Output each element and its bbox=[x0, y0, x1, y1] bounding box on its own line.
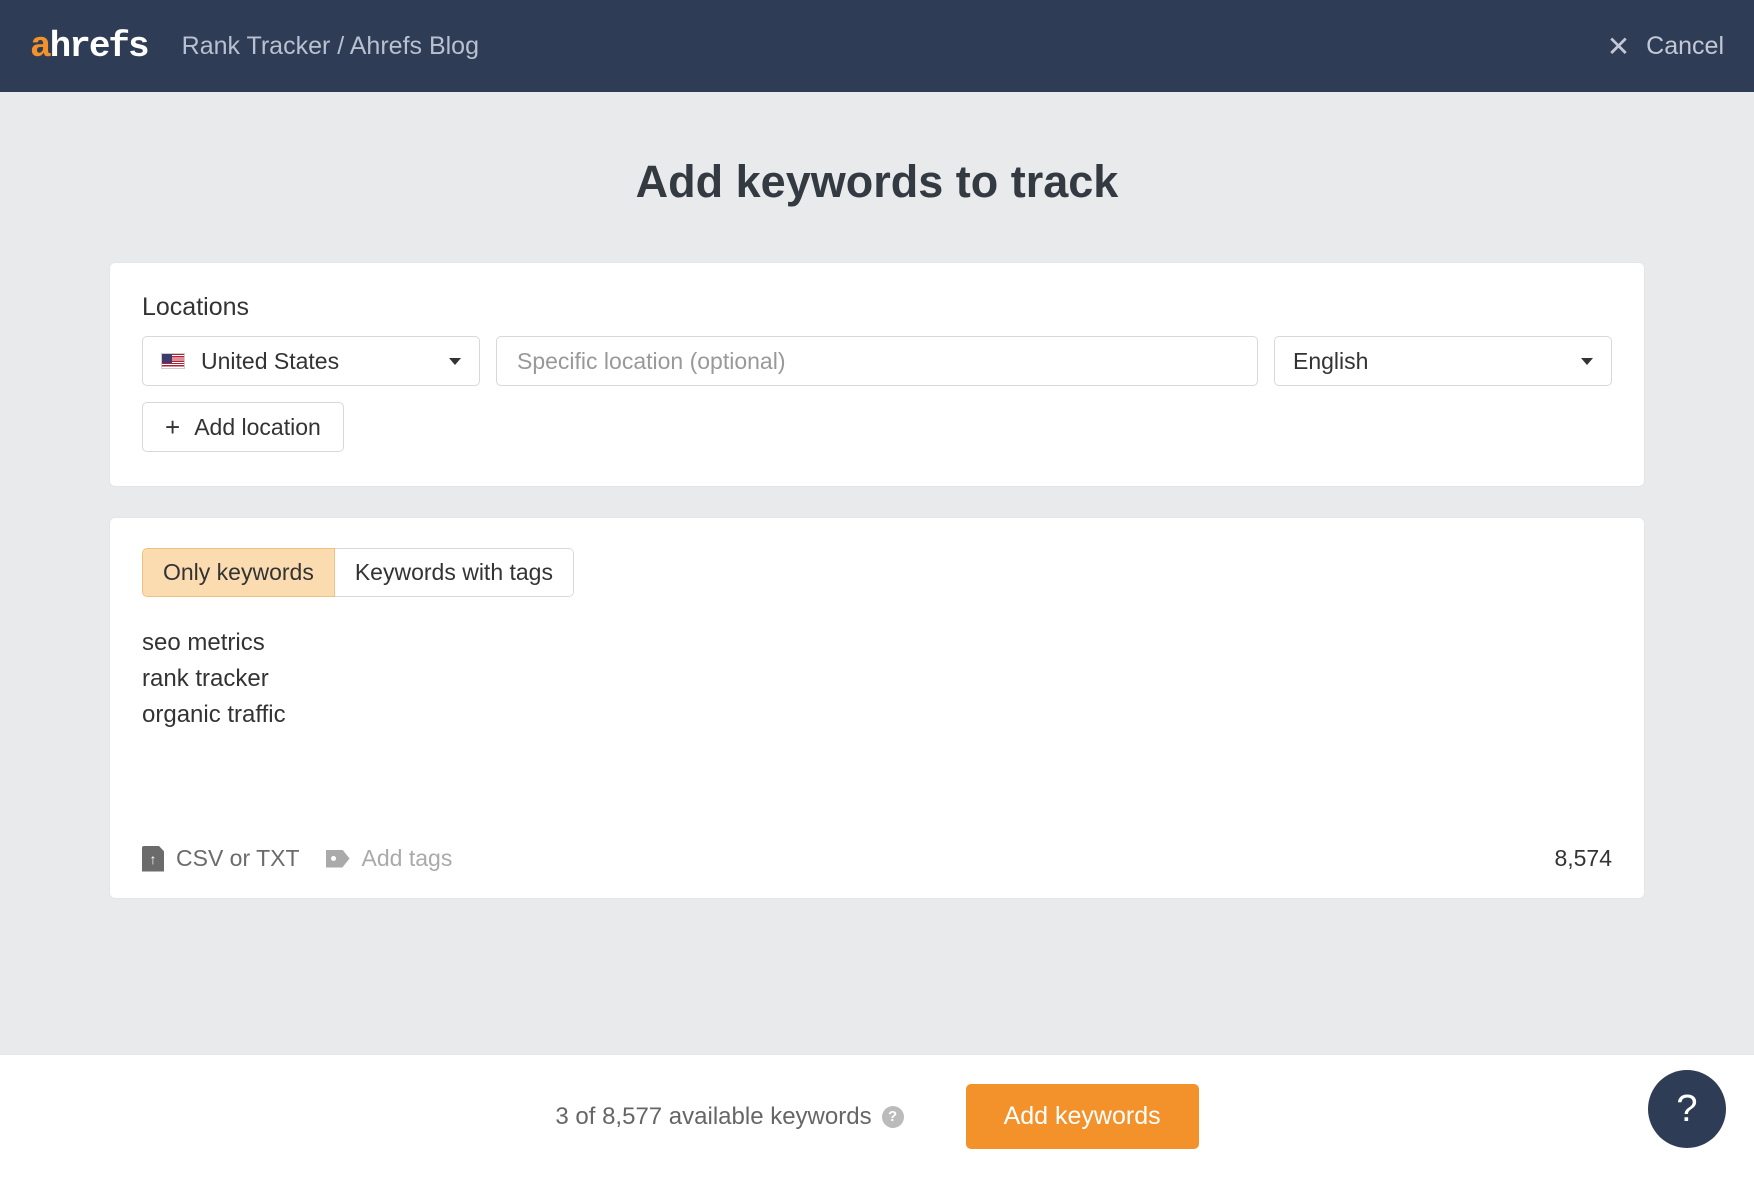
app-header: ahrefs Rank Tracker / Ahrefs Blog ✕ Canc… bbox=[0, 0, 1754, 92]
language-value: English bbox=[1293, 348, 1368, 375]
close-icon: ✕ bbox=[1607, 30, 1630, 63]
add-tags-label: Add tags bbox=[362, 845, 453, 872]
breadcrumb[interactable]: Rank Tracker / Ahrefs Blog bbox=[182, 32, 479, 61]
available-label: 3 of 8,577 available keywords bbox=[555, 1103, 871, 1131]
bottom-bar: 3 of 8,577 available keywords ? Add keyw… bbox=[0, 1054, 1754, 1178]
keywords-panel-footer: CSV or TXT Add tags 8,574 bbox=[142, 845, 1612, 872]
add-location-button[interactable]: + Add location bbox=[142, 402, 344, 452]
tag-icon bbox=[326, 850, 350, 868]
question-icon: ? bbox=[1676, 1088, 1697, 1131]
location-row: United States English bbox=[142, 336, 1612, 386]
csv-txt-label: CSV or TXT bbox=[176, 845, 300, 872]
chevron-down-icon bbox=[1581, 358, 1593, 365]
add-keywords-button[interactable]: Add keywords bbox=[966, 1084, 1199, 1149]
country-select[interactable]: United States bbox=[142, 336, 480, 386]
locations-label: Locations bbox=[142, 293, 1612, 322]
chevron-down-icon bbox=[449, 358, 461, 365]
cancel-label: Cancel bbox=[1646, 32, 1724, 61]
plus-icon: + bbox=[165, 412, 180, 443]
keyword-line: rank tracker bbox=[142, 661, 1612, 697]
add-location-label: Add location bbox=[194, 414, 321, 441]
logo-rest: hrefs bbox=[50, 26, 148, 67]
keywords-panel: Only keywords Keywords with tags seo met… bbox=[109, 517, 1645, 899]
language-select[interactable]: English bbox=[1274, 336, 1612, 386]
specific-location-input[interactable] bbox=[496, 336, 1258, 386]
add-tags-button[interactable]: Add tags bbox=[326, 845, 453, 872]
page-title: Add keywords to track bbox=[0, 156, 1754, 208]
upload-csv-button[interactable]: CSV or TXT bbox=[142, 845, 300, 872]
ahrefs-logo: ahrefs bbox=[30, 26, 148, 67]
keyword-line: organic traffic bbox=[142, 697, 1612, 733]
keyword-line: seo metrics bbox=[142, 625, 1612, 661]
keyword-mode-tabs: Only keywords Keywords with tags bbox=[142, 548, 574, 597]
keywords-textarea[interactable]: seo metrics rank tracker organic traffic bbox=[142, 625, 1612, 835]
logo-letter-a: a bbox=[30, 26, 50, 67]
upload-file-icon bbox=[142, 846, 164, 872]
tab-only-keywords[interactable]: Only keywords bbox=[142, 548, 335, 597]
help-fab-button[interactable]: ? bbox=[1648, 1070, 1726, 1148]
tab-keywords-with-tags[interactable]: Keywords with tags bbox=[335, 548, 574, 597]
country-value: United States bbox=[201, 348, 339, 375]
available-keywords-text: 3 of 8,577 available keywords ? bbox=[555, 1103, 903, 1131]
remaining-counter: 8,574 bbox=[1554, 845, 1612, 872]
locations-panel: Locations United States English + Add lo… bbox=[109, 262, 1645, 487]
us-flag-icon bbox=[161, 353, 185, 369]
cancel-button[interactable]: ✕ Cancel bbox=[1607, 30, 1724, 63]
help-icon[interactable]: ? bbox=[882, 1106, 904, 1128]
